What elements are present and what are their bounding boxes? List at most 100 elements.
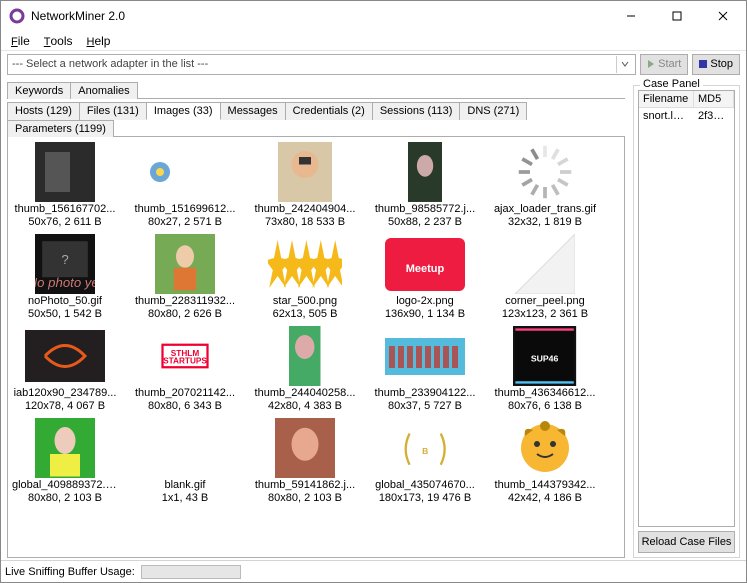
thumbnail-filename: thumb_59141862.j...: [252, 479, 358, 492]
thumbnail-item[interactable]: thumb_59141862.j...80x80, 2 103 B: [252, 417, 358, 505]
thumbnail-item[interactable]: iab120x90_234789...120x78, 4 067 B: [12, 325, 118, 413]
thumbnail-filename: thumb_98585772.j...: [372, 203, 478, 216]
thumbnail-info: 80x37, 5 727 B: [372, 400, 478, 413]
thumbnail-info: 50x88, 2 237 B: [372, 216, 478, 229]
thumbnail-info: 80x27, 2 571 B: [132, 216, 238, 229]
tabs-row-primary: Hosts (129) Files (131) Images (33) Mess…: [7, 101, 625, 137]
app-icon: [9, 8, 25, 24]
svg-text:Meetup: Meetup: [406, 263, 445, 275]
thumbnail-image: [505, 417, 585, 479]
thumbnail-item[interactable]: SUP46thumb_436346612...80x76, 6 138 B: [492, 325, 598, 413]
thumbnail-filename: thumb_244040258...: [252, 387, 358, 400]
thumbnail-info: 123x123, 2 361 B: [492, 308, 598, 321]
thumbnail-item[interactable]: thumb_228311932...80x80, 2 626 B: [132, 233, 238, 321]
case-col-filename[interactable]: Filename: [639, 91, 694, 107]
thumbnail-filename: iab120x90_234789...: [12, 387, 118, 400]
thumbnail-info: 136x90, 1 134 B: [372, 308, 478, 321]
thumbnail-image: [385, 141, 465, 203]
maximize-button[interactable]: [654, 1, 700, 31]
thumbnail-item[interactable]: STHLMSTARTUPSthumb_207021142...80x80, 6 …: [132, 325, 238, 413]
thumbnail-info: 73x80, 18 533 B: [252, 216, 358, 229]
thumbnail-info: 80x76, 6 138 B: [492, 400, 598, 413]
thumbnail-filename: thumb_151699612...: [132, 203, 238, 216]
statusbar: Live Sniffing Buffer Usage:: [1, 560, 746, 582]
close-button[interactable]: [700, 1, 746, 31]
thumbnail-item[interactable]: ?No photo yetnoPhoto_50.gif50x50, 1 542 …: [12, 233, 118, 321]
thumbnail-image: STHLMSTARTUPS: [145, 325, 225, 387]
thumbnail-image: [25, 325, 105, 387]
tab-parameters[interactable]: Parameters (1199): [7, 120, 114, 137]
thumbnail-image: [265, 141, 345, 203]
thumbnail-info: 32x32, 1 819 B: [492, 216, 598, 229]
menu-tools[interactable]: Tools: [44, 34, 73, 48]
thumbnail-item[interactable]: thumb_233904122...80x37, 5 727 B: [372, 325, 478, 413]
case-panel-title: Case Panel: [640, 78, 703, 90]
svg-text:?: ?: [61, 252, 68, 267]
tab-messages[interactable]: Messages: [220, 102, 286, 120]
tab-keywords[interactable]: Keywords: [7, 82, 71, 99]
thumbnail-info: 62x13, 505 B: [252, 308, 358, 321]
thumbnail-item[interactable]: corner_peel.png123x123, 2 361 B: [492, 233, 598, 321]
svg-text:STARTUPS: STARTUPS: [163, 357, 207, 366]
tab-sessions[interactable]: Sessions (113): [372, 102, 461, 120]
thumbnail-info: 180x173, 19 476 B: [372, 492, 478, 505]
thumbnail-image: [385, 325, 465, 387]
thumbnail-image: [265, 417, 345, 479]
thumbnail-item[interactable]: Bglobal_435074670...180x173, 19 476 B: [372, 417, 478, 505]
thumbnail-info: 42x42, 4 186 B: [492, 492, 598, 505]
thumbnail-filename: thumb_207021142...: [132, 387, 238, 400]
status-label: Live Sniffing Buffer Usage:: [5, 566, 135, 578]
adapter-select[interactable]: --- Select a network adapter in the list…: [7, 54, 636, 75]
thumbnail-filename: global_435074670...: [372, 479, 478, 492]
thumbnail-item[interactable]: ajax_loader_trans.gif32x32, 1 819 B: [492, 141, 598, 229]
thumbnail-filename: logo-2x.png: [372, 295, 478, 308]
case-col-md5[interactable]: MD5: [694, 91, 734, 107]
thumbnail-item[interactable]: thumb_156167702...50x76, 2 611 B: [12, 141, 118, 229]
thumbnail-image: [145, 141, 225, 203]
thumbnail-item[interactable]: thumb_242404904...73x80, 18 533 B: [252, 141, 358, 229]
thumbnail-item[interactable]: thumb_144379342...42x42, 4 186 B: [492, 417, 598, 505]
stop-icon: [699, 60, 707, 68]
thumbnail-image: SUP46: [505, 325, 585, 387]
minimize-button[interactable]: [608, 1, 654, 31]
tab-files[interactable]: Files (131): [79, 102, 147, 120]
case-table[interactable]: Filename MD5 snort.log.... 2f301c2...: [638, 90, 735, 527]
titlebar: NetworkMiner 2.0: [1, 1, 746, 31]
tab-anomalies[interactable]: Anomalies: [70, 82, 137, 99]
thumbnail-filename: noPhoto_50.gif: [12, 295, 118, 308]
images-panel: thumb_156167702...50x76, 2 611 Bthumb_15…: [7, 137, 625, 558]
menu-file[interactable]: File: [11, 34, 30, 48]
case-panel: Case Panel Filename MD5 snort.log.... 2f…: [633, 85, 740, 558]
thumbnail-item[interactable]: thumb_244040258...42x80, 4 383 B: [252, 325, 358, 413]
thumbnail-item[interactable]: global_409889372.jpeg80x80, 2 103 B: [12, 417, 118, 505]
chevron-down-icon[interactable]: [616, 56, 633, 73]
thumbnail-info: 80x80, 2 103 B: [12, 492, 118, 505]
thumbnail-item[interactable]: thumb_98585772.j...50x88, 2 237 B: [372, 141, 478, 229]
thumbnail-info: 50x50, 1 542 B: [12, 308, 118, 321]
thumbnail-image: B: [385, 417, 465, 479]
thumbnail-item[interactable]: star_500.png62x13, 505 B: [252, 233, 358, 321]
svg-text:SUP46: SUP46: [531, 354, 559, 364]
thumbnail-item[interactable]: Meetup logo-2x.png136x90, 1 134 B: [372, 233, 478, 321]
menu-help[interactable]: Help: [87, 34, 111, 48]
thumbnail-filename: corner_peel.png: [492, 295, 598, 308]
tab-hosts[interactable]: Hosts (129): [7, 102, 80, 120]
thumbnail-image: [265, 325, 345, 387]
thumbnail-image: Meetup: [385, 233, 465, 295]
tab-images[interactable]: Images (33): [146, 102, 221, 120]
thumbnail-filename: thumb_233904122...: [372, 387, 478, 400]
stop-button[interactable]: Stop: [692, 54, 740, 75]
thumbnail-info: 50x76, 2 611 B: [12, 216, 118, 229]
thumbnail-filename: thumb_144379342...: [492, 479, 598, 492]
reload-case-files-button[interactable]: Reload Case Files: [638, 531, 735, 553]
menubar: File Tools Help: [1, 31, 746, 51]
tab-credentials[interactable]: Credentials (2): [285, 102, 373, 120]
start-button[interactable]: Start: [640, 54, 688, 75]
tab-dns[interactable]: DNS (271): [459, 102, 527, 120]
case-row[interactable]: snort.log.... 2f301c2...: [639, 108, 734, 124]
thumbnail-item[interactable]: blank.gif1x1, 43 B: [132, 417, 238, 505]
thumbnail-filename: thumb_242404904...: [252, 203, 358, 216]
play-icon: [647, 60, 655, 68]
thumbnail-item[interactable]: thumb_151699612...80x27, 2 571 B: [132, 141, 238, 229]
buffer-progress: [141, 565, 241, 579]
